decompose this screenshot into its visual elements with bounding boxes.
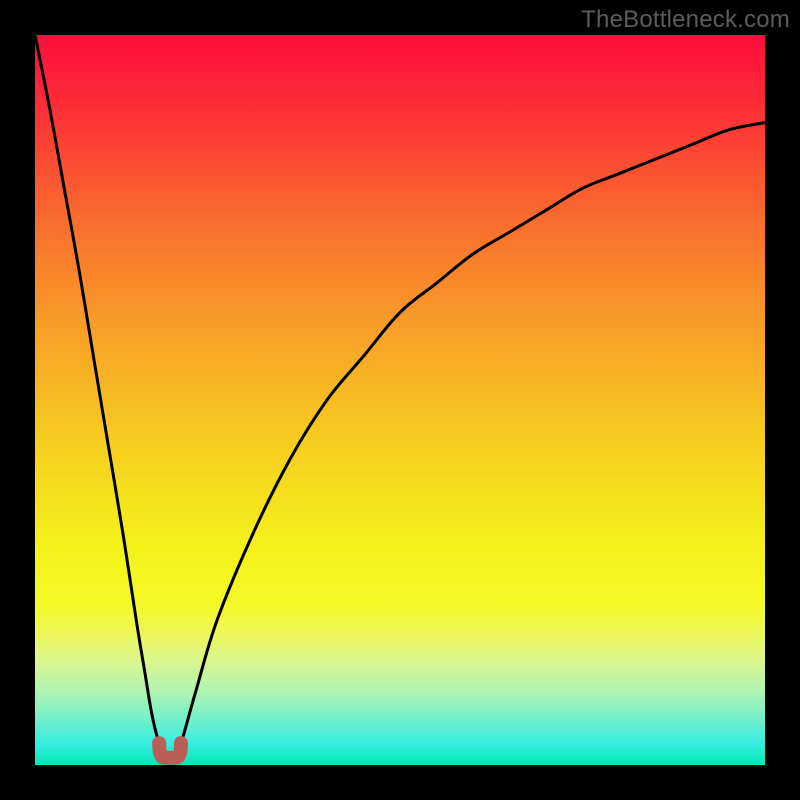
bottleneck-curve [35,35,765,760]
curve-layer [35,35,765,765]
plot-area [35,35,765,765]
chart-frame: TheBottleneck.com [0,0,800,800]
trough-marker [159,743,181,758]
watermark-text: TheBottleneck.com [581,6,790,34]
